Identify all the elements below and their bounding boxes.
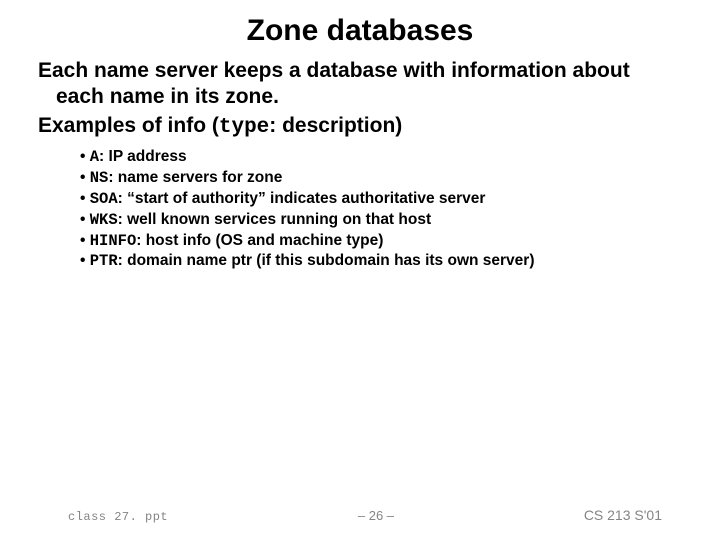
record-type-code: HINFO [90, 232, 137, 250]
record-type-code: A [90, 148, 99, 166]
examples-line: Examples of info (type: description) [38, 113, 682, 141]
list-item: WKS: well known services running on that… [80, 210, 682, 231]
record-type-desc: : IP address [99, 148, 187, 165]
record-type-desc: : well known services running on that ho… [118, 211, 431, 228]
footer-page-number: – 26 – [358, 508, 394, 523]
examples-prefix: Examples of info ( [38, 114, 219, 137]
list-item: NS: name servers for zone [80, 168, 682, 189]
record-type-code: PTR [90, 252, 118, 270]
record-type-code: WKS [90, 211, 118, 229]
examples-suffix: : description) [269, 114, 402, 137]
bullet-list: A: IP address NS: name servers for zone … [38, 147, 682, 273]
list-item: A: IP address [80, 147, 682, 168]
list-item: SOA: “start of authority” indicates auth… [80, 189, 682, 210]
record-type-desc: : “start of authority” indicates authori… [118, 190, 486, 207]
record-type-desc: : domain name ptr (if this subdomain has… [118, 252, 535, 269]
record-type-desc: : name servers for zone [108, 169, 282, 186]
slide-body: Each name server keeps a database with i… [0, 54, 720, 272]
intro-paragraph: Each name server keeps a database with i… [38, 58, 682, 109]
record-type-desc: : host info (OS and machine type) [136, 232, 383, 249]
slide: Zone databases Each name server keeps a … [0, 0, 720, 540]
record-type-code: NS [90, 169, 109, 187]
record-type-code: SOA [90, 190, 118, 208]
footer-filename: class 27. ppt [68, 510, 168, 524]
examples-type-code: type [219, 116, 269, 139]
slide-title: Zone databases [0, 0, 720, 54]
list-item: HINFO: host info (OS and machine type) [80, 231, 682, 252]
slide-footer: class 27. ppt – 26 – CS 213 S'01 [0, 507, 720, 524]
list-item: PTR: domain name ptr (if this subdomain … [80, 251, 682, 272]
footer-course: CS 213 S'01 [584, 507, 662, 523]
